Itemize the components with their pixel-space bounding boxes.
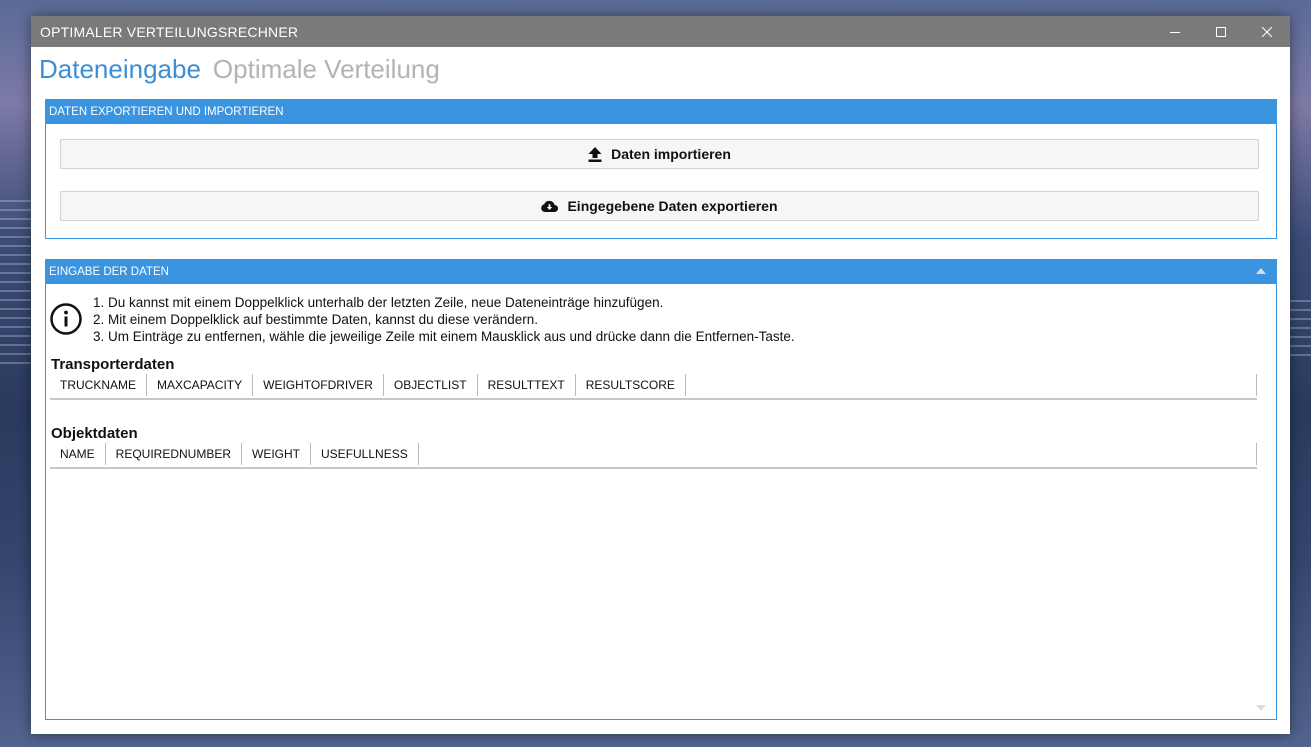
column-header-objectlist[interactable]: OBJECTLIST — [384, 374, 478, 396]
close-icon — [1262, 26, 1272, 37]
tab-optimale-verteilung[interactable]: Optimale Verteilung — [213, 54, 440, 85]
export-import-panel-header: DATEN EXPORTIEREN UND IMPORTIEREN — [45, 99, 1277, 124]
column-header-maxcapacity[interactable]: MAXCAPACITY — [147, 374, 254, 396]
scroll-down-arrow[interactable] — [1256, 705, 1266, 711]
column-header-name[interactable]: NAME — [50, 443, 106, 465]
grid-border — [1256, 374, 1257, 396]
maximize-button[interactable] — [1198, 16, 1244, 47]
instruction-line: 2. Mit einem Doppelklick auf bestimmte D… — [93, 312, 538, 327]
data-input-panel: EINGABE DER DATEN 1. Du kannst mit einem… — [45, 259, 1277, 720]
title-bar[interactable]: OPTIMALER VERTEILUNGSRECHNER — [31, 16, 1290, 47]
transporter-data-grid[interactable]: TRUCKNAME MAXCAPACITY WEIGHTOFDRIVER OBJ… — [50, 374, 1257, 400]
export-data-button[interactable]: Eingegebene Daten exportieren — [60, 191, 1259, 221]
maximize-icon — [1216, 26, 1226, 37]
objects-section-title: Objektdaten — [51, 425, 138, 442]
export-data-label: Eingegebene Daten exportieren — [567, 198, 778, 214]
transporter-grid-header: TRUCKNAME MAXCAPACITY WEIGHTOFDRIVER OBJ… — [50, 374, 1257, 396]
objects-grid-header: NAME REQUIREDNUMBER WEIGHT USEFULLNESS — [50, 443, 1257, 465]
window-controls — [1152, 16, 1290, 47]
grid-border — [1256, 443, 1257, 465]
column-header-truckname[interactable]: TRUCKNAME — [50, 374, 148, 396]
transporter-section-title: Transporterdaten — [51, 356, 175, 373]
data-input-panel-header: EINGABE DER DATEN — [45, 259, 1277, 284]
import-data-label: Daten importieren — [611, 146, 731, 162]
window-title: OPTIMALER VERTEILUNGSRECHNER — [40, 23, 299, 40]
column-header-weightofdriver[interactable]: WEIGHTOFDRIVER — [253, 374, 384, 396]
export-import-panel: DATEN EXPORTIEREN UND IMPORTIEREN Daten … — [45, 99, 1277, 239]
nav-tabs: Dateneingabe Optimale Verteilung — [39, 54, 440, 85]
column-header-resulttext[interactable]: RESULTTEXT — [478, 374, 576, 396]
instructions-list: 1. Du kannst mit einem Doppelklick unter… — [93, 294, 795, 345]
column-header-requirednumber[interactable]: REQUIREDNUMBER — [106, 443, 243, 465]
close-button[interactable] — [1244, 16, 1290, 47]
instruction-line: 3. Um Einträge zu entfernen, wähle die j… — [93, 329, 795, 344]
info-icon — [50, 303, 82, 335]
column-header-usefullness[interactable]: USEFULLNESS — [311, 443, 419, 465]
upload-icon — [588, 146, 602, 162]
desktop-background-lights — [0, 200, 32, 370]
cloud-download-icon — [541, 200, 559, 212]
desktop-background-lights-right — [1289, 300, 1311, 360]
minimize-button[interactable] — [1152, 16, 1198, 47]
app-window: OPTIMALER VERTEILUNGSRECHNER Dateneingab… — [31, 16, 1290, 734]
instruction-line: 1. Du kannst mit einem Doppelklick unter… — [93, 295, 664, 310]
column-header-resultscore[interactable]: RESULTSCORE — [576, 374, 686, 396]
minimize-icon — [1170, 31, 1180, 33]
tab-dateneingabe[interactable]: Dateneingabe — [39, 54, 201, 85]
objects-data-grid[interactable]: NAME REQUIREDNUMBER WEIGHT USEFULLNESS — [50, 443, 1257, 469]
scroll-up-arrow[interactable] — [1256, 268, 1266, 274]
column-header-weight[interactable]: WEIGHT — [242, 443, 312, 465]
import-data-button[interactable]: Daten importieren — [60, 139, 1259, 169]
